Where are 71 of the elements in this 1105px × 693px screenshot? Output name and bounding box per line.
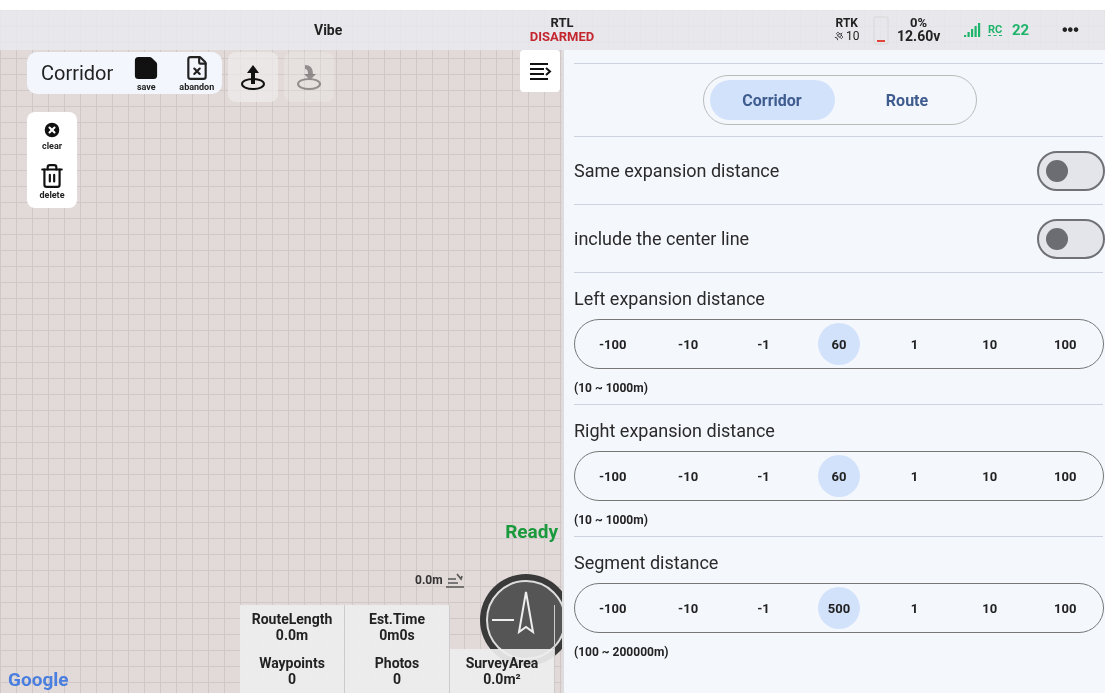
- decrement-button[interactable]: -1: [742, 587, 785, 629]
- increment-button[interactable]: 1: [893, 587, 936, 629]
- more-menu-button[interactable]: •••: [1062, 21, 1079, 39]
- close-icon: [42, 120, 62, 140]
- stat-label: Photos: [374, 655, 420, 671]
- increment-button[interactable]: 10: [968, 455, 1011, 497]
- signal-bars-icon: [964, 23, 982, 37]
- clear-button[interactable]: clear: [41, 120, 62, 151]
- stat-label: SurveyArea: [465, 655, 539, 671]
- decrement-button[interactable]: -10: [667, 323, 710, 365]
- app-name: Vibe: [314, 22, 343, 38]
- mode-tab[interactable]: Corridor: [709, 80, 835, 120]
- toggle-label: include the center line: [574, 228, 750, 249]
- trash-icon: [39, 163, 65, 189]
- decrement-button[interactable]: -1: [742, 323, 785, 365]
- increment-button[interactable]: 10: [968, 323, 1011, 365]
- decrement-button[interactable]: -100: [591, 587, 634, 629]
- range-hint: (10 ~ 1000m): [574, 513, 649, 527]
- toggle-switch[interactable]: [1037, 218, 1105, 259]
- status-text: Ready: [505, 520, 558, 543]
- panel-toggle-button[interactable]: [520, 50, 560, 92]
- toggle-switch[interactable]: [1037, 150, 1105, 191]
- flight-mode: RTL: [550, 16, 574, 30]
- stepper-value[interactable]: 60: [817, 323, 860, 365]
- increment-button[interactable]: 1: [893, 455, 936, 497]
- battery-voltage: 12.60v: [897, 29, 941, 45]
- toggle-label: Same expansion distance: [574, 160, 780, 181]
- stat-value: 0: [287, 671, 296, 687]
- save-icon: [133, 54, 160, 81]
- rc-signal: 22: [1012, 21, 1030, 39]
- delete-button[interactable]: delete: [39, 163, 65, 200]
- stat-label: Waypoints: [259, 655, 325, 671]
- mission-title: Corridor: [41, 61, 114, 85]
- increment-button[interactable]: 10: [968, 587, 1011, 629]
- satellite-icon: [834, 31, 844, 42]
- decrement-button[interactable]: -100: [591, 455, 634, 497]
- decrement-button[interactable]: -1: [742, 455, 785, 497]
- stat-value: 0: [392, 671, 401, 687]
- satellite-count: 10: [846, 30, 860, 43]
- stat-label: RouteLength: [251, 611, 333, 627]
- rtk-label: RTK: [835, 17, 858, 30]
- increment-button[interactable]: 100: [1044, 455, 1087, 497]
- decrement-button[interactable]: -100: [591, 323, 634, 365]
- stepper-label: Left expansion distance: [574, 288, 766, 309]
- stepper-label: Right expansion distance: [574, 420, 776, 441]
- decrement-button[interactable]: -10: [667, 455, 710, 497]
- mode-tab[interactable]: Route: [844, 80, 970, 120]
- menu-icon: [528, 61, 552, 81]
- battery-icon: [873, 15, 889, 45]
- altitude-icon: [444, 572, 465, 588]
- arm-state: DISARMED: [529, 30, 595, 44]
- stat-value: 0m0s: [379, 627, 415, 643]
- range-hint: (100 ~ 200000m): [574, 645, 670, 659]
- upload-button[interactable]: [228, 52, 279, 102]
- stepper-value[interactable]: 60: [817, 455, 860, 497]
- stat-label: Est.Time: [369, 611, 425, 627]
- map-attribution-logo: Google: [8, 668, 69, 691]
- stat-value: 0.0m: [275, 627, 309, 643]
- altitude-reading: 0.0m: [415, 573, 443, 587]
- stat-value: 0.0m²: [483, 671, 521, 687]
- stepper-value[interactable]: 500: [817, 587, 860, 629]
- decrement-button[interactable]: -10: [667, 587, 710, 629]
- abandon-button[interactable]: abandon: [179, 54, 215, 92]
- increment-button[interactable]: 100: [1044, 587, 1087, 629]
- battery-percent: 0%: [910, 15, 928, 30]
- save-button[interactable]: save: [133, 54, 160, 92]
- rc-label: RC: [988, 24, 1003, 36]
- increment-button[interactable]: 1: [893, 323, 936, 365]
- stepper-label: Segment distance: [574, 552, 720, 573]
- range-hint: (10 ~ 1000m): [574, 381, 649, 395]
- increment-button[interactable]: 100: [1044, 323, 1087, 365]
